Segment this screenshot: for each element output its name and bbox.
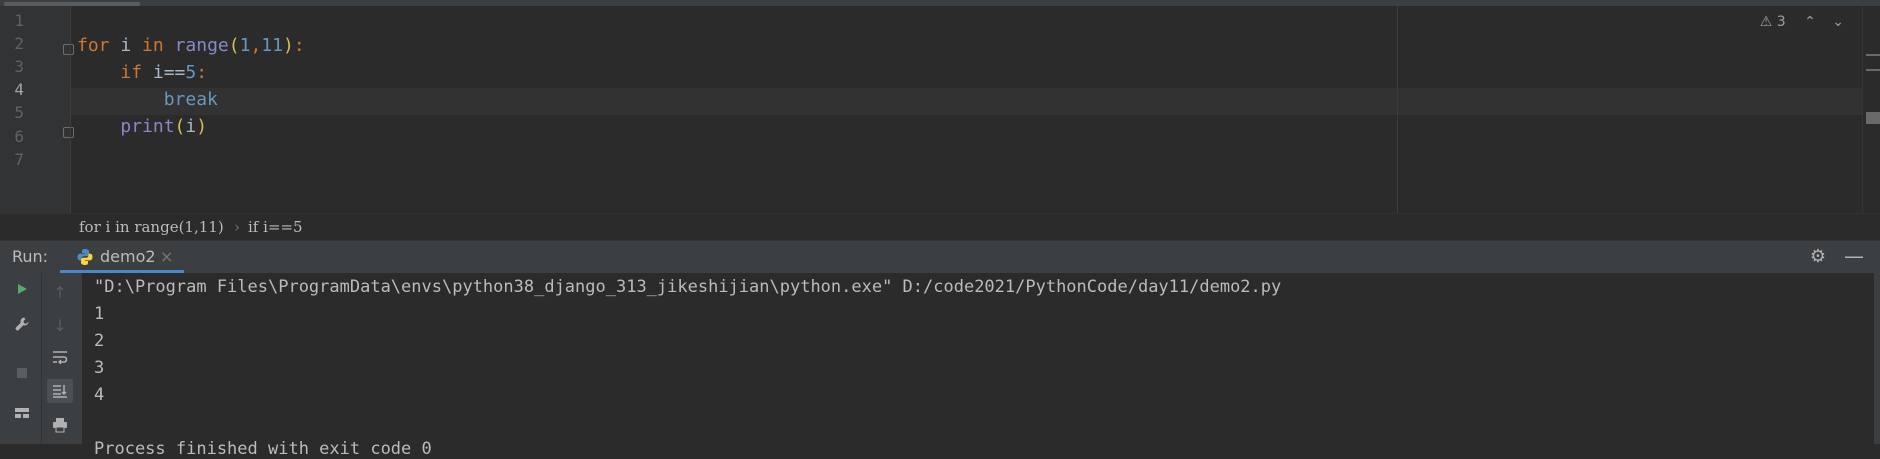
line-number: 1 <box>14 11 24 30</box>
line-number: 7 <box>14 150 24 169</box>
console-line: 1 <box>94 304 105 324</box>
line-number: 2 <box>14 34 24 53</box>
arrow-up-icon[interactable]: ↑ <box>48 283 72 302</box>
breadcrumb-separator: › <box>234 218 240 236</box>
run-icon[interactable] <box>10 281 34 300</box>
print-icon[interactable] <box>48 417 72 437</box>
breadcrumb-item-if[interactable]: if i==5 <box>248 218 303 236</box>
line-number: 3 <box>14 57 24 76</box>
code-line-3: if i==5: <box>120 62 208 83</box>
layout-icon[interactable] <box>10 405 34 424</box>
toolbar-divider <box>41 273 42 444</box>
line-number-current: 4 <box>14 80 24 99</box>
line-number: 6 <box>14 127 24 146</box>
code-line-2: for i in range(1,11): <box>77 35 305 56</box>
scroll-to-end-icon[interactable] <box>47 379 73 403</box>
soft-wrap-icon[interactable] <box>48 349 72 368</box>
warnings-count: 3 <box>1776 14 1786 30</box>
editor-tab-strip <box>0 0 1880 6</box>
current-line-highlight <box>71 88 1880 115</box>
breadcrumb-item-for[interactable]: for i in range(1,11) <box>79 218 224 236</box>
code-line-5: print(i) <box>120 116 208 137</box>
warning-icon: ⚠ <box>1759 14 1773 30</box>
stripe-mark[interactable] <box>1866 54 1880 56</box>
inspection-widget[interactable]: ⚠ 3 ⌃ ⌄ <box>1760 14 1844 30</box>
previous-highlight-icon[interactable]: ⌃ <box>1804 14 1816 30</box>
run-label: Run: <box>12 247 49 266</box>
fold-marker-icon[interactable] <box>63 44 74 55</box>
right-tool-strip <box>1874 273 1880 444</box>
console-line: 4 <box>94 385 105 405</box>
arrow-down-icon[interactable]: ↓ <box>48 316 72 335</box>
console-line: Process finished with exit code 0 <box>94 439 432 459</box>
stripe-mark-current[interactable] <box>1866 112 1880 124</box>
tab-demo2[interactable]: demo2 × <box>60 241 184 273</box>
console-output[interactable]: "D:\Program Files\ProgramData\envs\pytho… <box>82 273 1880 459</box>
python-icon <box>77 249 93 265</box>
gear-icon[interactable]: ⚙ <box>1810 246 1826 267</box>
stripe-mark[interactable] <box>1866 69 1880 71</box>
tab-label: demo2 <box>100 247 156 266</box>
right-margin-guide <box>1397 6 1398 213</box>
line-number-gutter: 1 2 3 4 5 6 7 <box>0 6 74 213</box>
line-number: 5 <box>14 103 24 122</box>
code-line-4: break <box>163 89 218 110</box>
breadcrumb: for i in range(1,11) › if i==5 <box>0 213 1880 240</box>
console-line: 2 <box>94 331 105 351</box>
stop-icon[interactable] <box>10 365 34 384</box>
console-line: 3 <box>94 358 105 378</box>
wrench-icon[interactable] <box>10 316 34 336</box>
minimize-icon[interactable]: — <box>1844 244 1864 268</box>
error-stripe[interactable] <box>1862 6 1880 213</box>
console-line: "D:\Program Files\ProgramData\envs\pytho… <box>94 277 1282 297</box>
fold-marker-icon[interactable] <box>63 127 74 138</box>
next-highlight-icon[interactable]: ⌄ <box>1832 14 1844 30</box>
close-icon[interactable]: × <box>160 247 173 266</box>
run-toolwindow-header: Run: demo2 × ⚙ — <box>0 240 1880 273</box>
